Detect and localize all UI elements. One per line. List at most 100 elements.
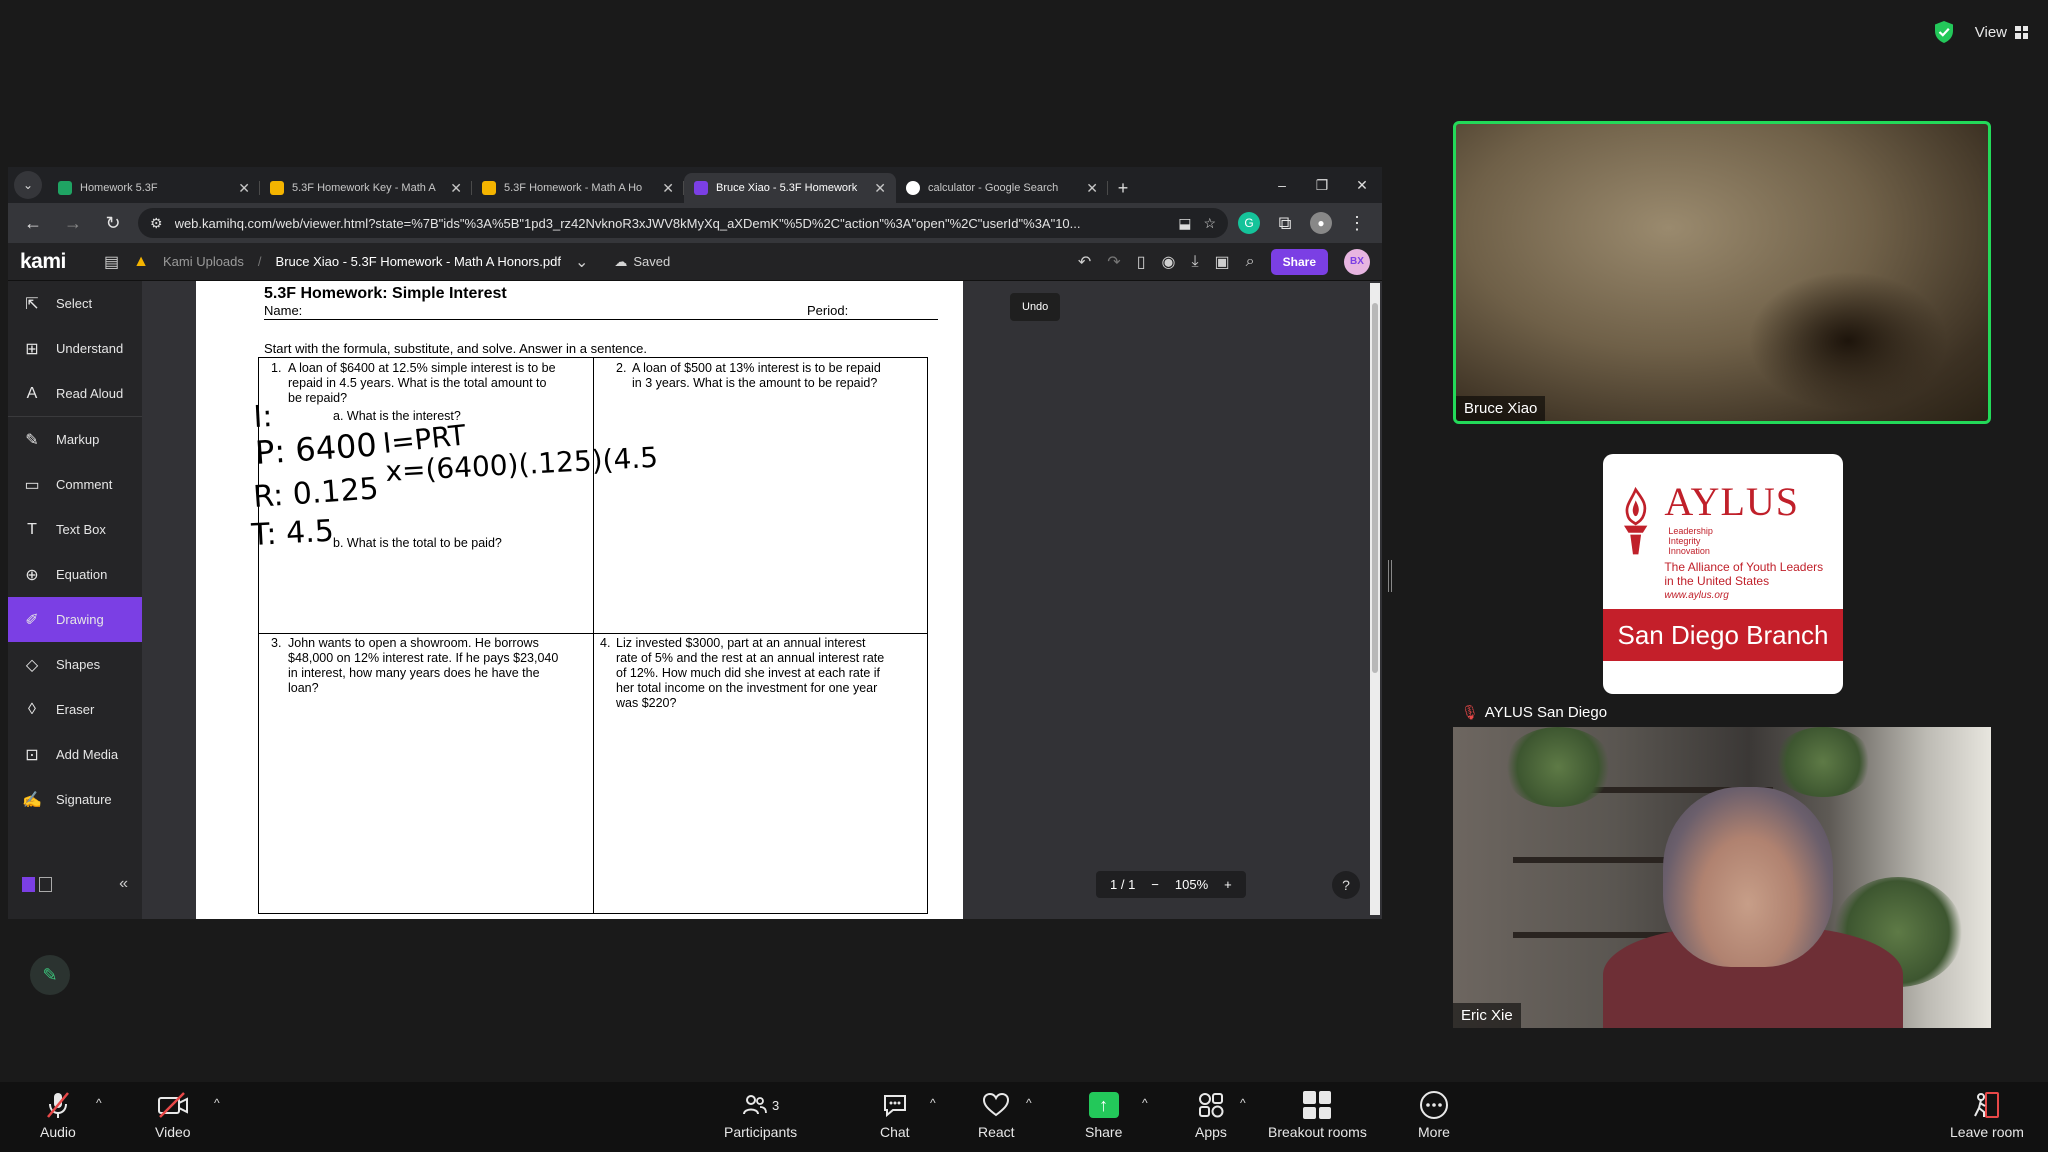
plant	[1773, 727, 1873, 797]
profile-avatar-icon[interactable]: ●	[1310, 212, 1332, 234]
view-button[interactable]: View	[1975, 24, 2028, 41]
site-settings-icon[interactable]: ⚙	[150, 215, 163, 232]
video-tile-aylus[interactable]: AYLUS Leadership Integrity Innovation Th…	[1453, 430, 1991, 725]
tab-search-button[interactable]: ⌄	[14, 171, 42, 199]
kami-favicon-icon	[694, 181, 708, 195]
eye-icon[interactable]: ◉	[1162, 252, 1176, 272]
share-screen-button[interactable]: ↑ Share	[1085, 1090, 1122, 1140]
scrollbar-thumb[interactable]	[1372, 303, 1378, 673]
tool-text-box[interactable]: T Text Box	[8, 507, 142, 552]
video-tile-bruce[interactable]: Bruce Xiao	[1453, 121, 1991, 424]
new-tab-button[interactable]: +	[1108, 173, 1138, 203]
tool-label: Signature	[56, 792, 112, 807]
extensions-icon[interactable]: ⧉	[1270, 208, 1300, 238]
help-icon[interactable]: ?	[1332, 871, 1360, 899]
document-icon[interactable]: ▯	[1137, 252, 1146, 272]
more-button[interactable]: More	[1418, 1090, 1450, 1140]
mic-muted-icon: 🎙	[1461, 704, 1479, 720]
tool-markup[interactable]: ✎ Markup	[8, 417, 142, 462]
audio-button[interactable]: Audio	[40, 1090, 76, 1140]
close-tab-icon[interactable]: ✕	[1086, 180, 1098, 197]
view-label: View	[1974, 23, 2007, 41]
tool-select[interactable]: ⇱ Select	[8, 281, 142, 326]
chat-options-caret-icon[interactable]: ^	[930, 1096, 936, 1110]
react-options-caret-icon[interactable]: ^	[1026, 1096, 1032, 1110]
breadcrumb-file[interactable]: Bruce Xiao - 5.3F Homework - Math A Hono…	[276, 254, 561, 269]
chat-button[interactable]: Chat	[880, 1090, 910, 1140]
breakout-rooms-button[interactable]: Breakout rooms	[1268, 1090, 1367, 1140]
browser-tab[interactable]: calculator - Google Search ✕	[896, 173, 1108, 203]
zoom-level[interactable]: 105%	[1175, 877, 1208, 892]
kami-share-button[interactable]: Share	[1270, 248, 1328, 275]
tool-read-aloud[interactable]: A Read Aloud	[8, 371, 142, 416]
video-options-caret-icon[interactable]: ^	[214, 1096, 220, 1110]
leave-room-button[interactable]: Leave room	[1950, 1090, 2024, 1140]
close-tab-icon[interactable]: ✕	[662, 180, 674, 197]
undo-icon[interactable]: ↶	[1078, 252, 1091, 272]
briefcase-icon[interactable]: ▣	[1215, 252, 1230, 272]
participants-button[interactable]: 3 Participants	[724, 1090, 797, 1140]
video-button[interactable]: Video	[155, 1090, 191, 1140]
tool-signature[interactable]: ✍ Signature	[8, 777, 142, 822]
reload-icon[interactable]: ↻	[98, 208, 128, 238]
google-icon	[906, 181, 920, 195]
annotation-pen-icon[interactable]: ✎	[30, 955, 70, 995]
document-list-icon[interactable]: ▤	[104, 252, 119, 272]
browser-tab[interactable]: 5.3F Homework - Math A Ho ✕	[472, 173, 684, 203]
vertical-scrollbar[interactable]	[1370, 283, 1380, 915]
react-button[interactable]: React	[978, 1090, 1015, 1140]
audio-options-caret-icon[interactable]: ^	[96, 1096, 102, 1110]
add-media-icon: ⊡	[25, 746, 39, 764]
user-avatar[interactable]: BX	[1344, 248, 1370, 275]
video-tile-eric[interactable]: Eric Xie	[1453, 727, 1991, 1028]
minimize-icon[interactable]: –	[1262, 167, 1302, 203]
forward-icon[interactable]: →	[58, 208, 88, 238]
apps-options-caret-icon[interactable]: ^	[1240, 1096, 1246, 1110]
panel-splitter[interactable]	[1388, 560, 1392, 592]
handwriting-r: R: 0.125	[252, 471, 380, 515]
breadcrumb-root[interactable]: Kami Uploads	[163, 254, 244, 269]
close-window-icon[interactable]: ✕	[1342, 167, 1382, 203]
apps-button[interactable]: Apps	[1195, 1090, 1227, 1140]
share-options-caret-icon[interactable]: ^	[1142, 1096, 1148, 1110]
tool-add-media[interactable]: ⊡ Add Media	[8, 732, 142, 777]
tool-comment[interactable]: ▭ Comment	[8, 462, 142, 507]
back-icon[interactable]: ←	[18, 208, 48, 238]
search-icon[interactable]: ⌕	[1246, 253, 1255, 271]
restore-icon[interactable]: ❐	[1302, 167, 1342, 203]
close-tab-icon[interactable]: ✕	[874, 180, 886, 197]
tool-understand[interactable]: ⊞ Understand	[8, 326, 142, 371]
chevron-down-icon[interactable]: ⌄	[575, 252, 588, 272]
participants-icon: 3	[742, 1090, 779, 1120]
install-icon[interactable]: ⬓	[1178, 215, 1191, 232]
aylus-tagline: Leadership Integrity Innovation	[1668, 522, 1713, 556]
close-tab-icon[interactable]: ✕	[450, 180, 462, 197]
handwriting-layer: I: P: 6400 I=PRT x=(6400)(.125)(4.5 R: 0…	[250, 399, 659, 553]
tab-title: 5.3F Homework - Math A Ho	[504, 182, 643, 194]
kami-logo[interactable]: kami	[20, 250, 90, 274]
collapse-sidebar-icon[interactable]: «	[119, 875, 128, 893]
redo-icon[interactable]: ↷	[1107, 252, 1120, 272]
tool-equation[interactable]: ⊕ Equation	[8, 552, 142, 597]
url-text: web.kamihq.com/web/viewer.html?state=%7B…	[174, 215, 1081, 231]
url-field[interactable]: ⚙ web.kamihq.com/web/viewer.html?state=%…	[138, 208, 1228, 238]
zoom-in-icon[interactable]: +	[1224, 877, 1232, 892]
layout-toggle-icon[interactable]	[22, 876, 52, 892]
browser-tab[interactable]: 5.3F Homework Key - Math A ✕	[260, 173, 472, 203]
bookmark-star-icon[interactable]: ☆	[1203, 215, 1216, 232]
zoom-out-icon[interactable]: −	[1151, 877, 1159, 892]
download-icon[interactable]: ⤓	[1191, 253, 1198, 271]
browser-tab[interactable]: Homework 5.3F ✕	[48, 173, 260, 203]
tool-shapes[interactable]: ◇ Shapes	[8, 642, 142, 687]
browser-tab-active[interactable]: Bruce Xiao - 5.3F Homework ✕	[684, 173, 896, 203]
tab-title: Homework 5.3F	[80, 182, 158, 194]
browser-menu-icon[interactable]: ⋮	[1342, 208, 1372, 238]
grammarly-icon[interactable]: G	[1238, 212, 1260, 234]
close-tab-icon[interactable]: ✕	[238, 180, 250, 197]
shield-check-icon	[1934, 21, 1953, 43]
aylus-text: AYLUS Leadership Integrity Innovation Th…	[1664, 482, 1833, 602]
tool-eraser[interactable]: ◊ Eraser	[8, 687, 142, 732]
tool-drawing[interactable]: ✐ Drawing	[8, 597, 142, 642]
pdf-page[interactable]: 5.3F Homework: Simple Interest Name: Per…	[196, 281, 963, 919]
page-indicator[interactable]: 1 / 1	[1110, 877, 1135, 892]
